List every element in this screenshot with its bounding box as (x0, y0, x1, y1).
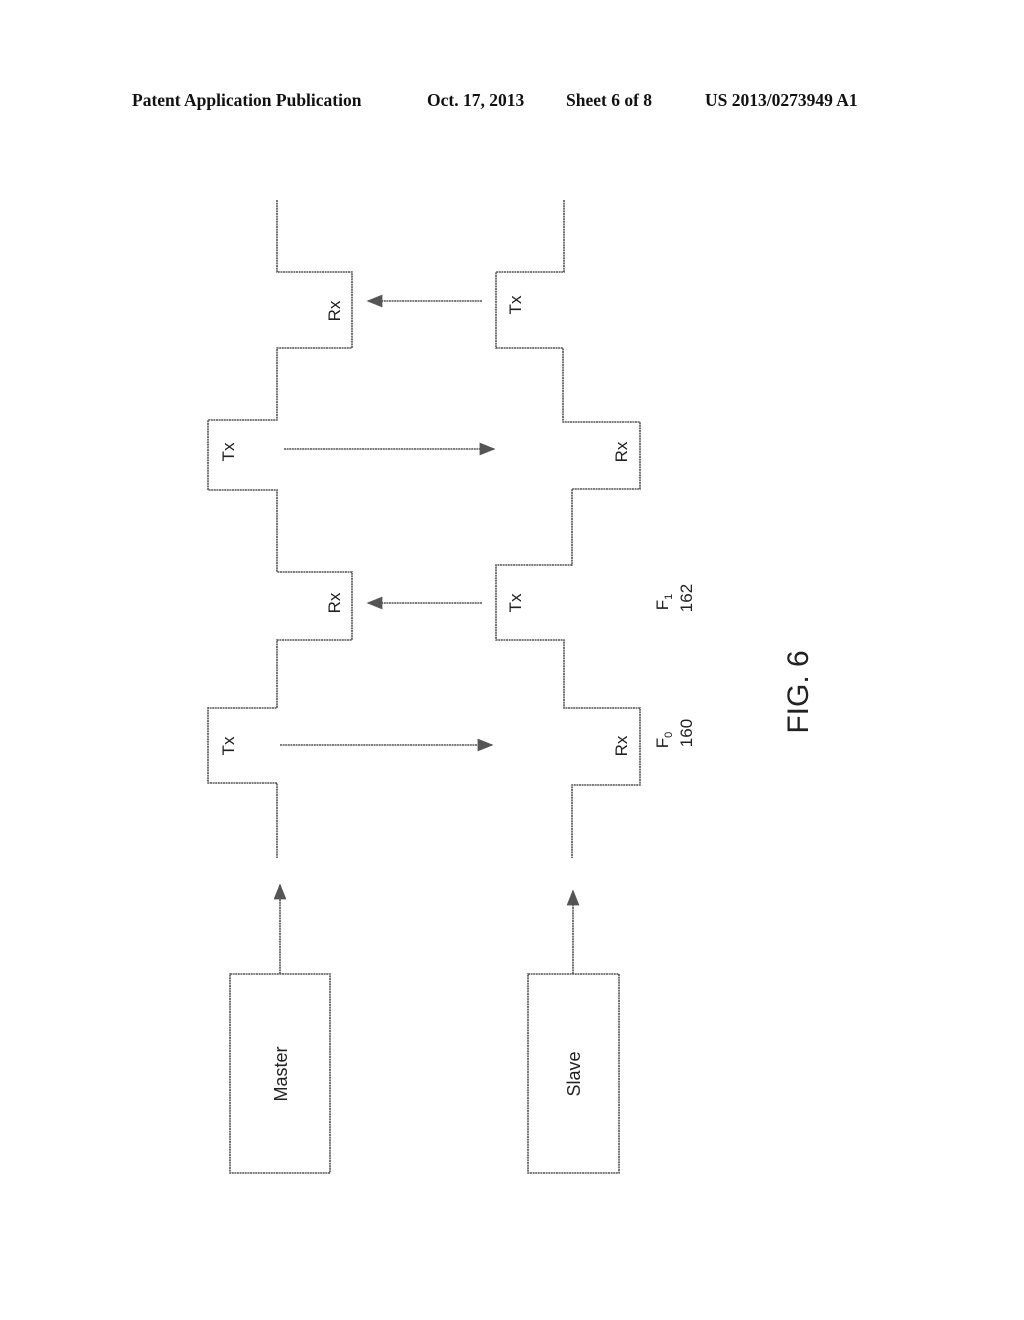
freq-f1-ref: 162 (677, 584, 696, 612)
master-waveform (207, 200, 353, 858)
freq-f0-label: F0 (653, 732, 675, 749)
freq-f1-label: F1 (653, 594, 675, 611)
freq-f0-ref: 160 (677, 719, 696, 747)
master-slot-label: Rx (325, 300, 344, 321)
slave-slot-label: Rx (612, 441, 631, 462)
master-slot-label: Tx (219, 442, 238, 461)
slave-label: Slave (564, 1051, 584, 1096)
slave-slot-label: Tx (506, 295, 525, 314)
master-label: Master (271, 1046, 291, 1101)
figure-canvas: Tx Rx Tx Rx Rx Tx Rx Tx F0 160 F1 162 Ma… (207, 200, 815, 1174)
master-slot-label: Tx (219, 736, 238, 755)
figure-label: FIG. 6 (782, 650, 815, 733)
master-slot-label: Rx (325, 592, 344, 613)
slave-slot-label: Tx (506, 593, 525, 612)
slave-slot-label: Rx (612, 735, 631, 756)
